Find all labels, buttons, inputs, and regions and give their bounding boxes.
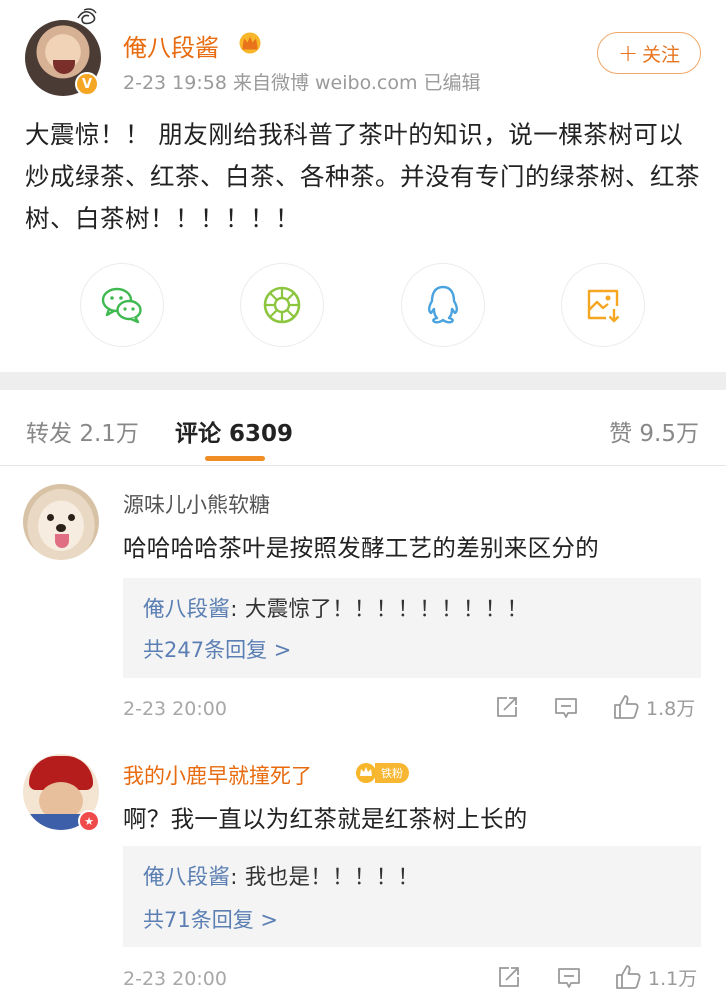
save-image-icon xyxy=(587,289,620,323)
tab-repost-count: 2.1万 xyxy=(79,421,139,447)
tab-comments-count: 6309 xyxy=(229,421,294,447)
tab-divider xyxy=(0,465,726,466)
author-name[interactable]: 俺八段酱 xyxy=(123,28,219,63)
tab-comments[interactable]: 评论 6309 xyxy=(175,414,293,448)
reply-line: 俺八段酱: 我也是！！！！！ xyxy=(143,860,419,891)
avatar-nose xyxy=(56,524,66,532)
thumbs-up-icon xyxy=(614,695,639,719)
comment-text: 啊？我一直以为红茶就是红茶树上长的 xyxy=(123,805,528,833)
crown-icon xyxy=(239,32,261,54)
follow-label: 关注 xyxy=(642,43,681,66)
tab-likes[interactable]: 赞 9.5万 xyxy=(609,414,699,448)
comment-text: 哈哈哈哈茶叶是按照发酵工艺的差别来区分的 xyxy=(123,534,599,562)
tab-likes-count: 9.5万 xyxy=(639,421,699,447)
share-out-icon xyxy=(497,697,517,717)
section-divider xyxy=(0,372,726,390)
fan-tag: 铁粉 xyxy=(355,762,409,784)
follow-button[interactable]: + 关注 xyxy=(597,32,701,74)
active-tab-indicator xyxy=(205,456,265,461)
star-badge-icon: ★ xyxy=(78,810,100,832)
reply-separator: : xyxy=(230,597,245,622)
share-wechat-button[interactable] xyxy=(80,263,164,347)
plus-icon: + xyxy=(617,39,639,67)
avatar-eye xyxy=(68,514,75,521)
post-meta: 2-23 19:58 来自微博 weibo.com 已编辑 xyxy=(123,72,481,94)
save-image-button[interactable] xyxy=(561,263,645,347)
reply-author[interactable]: 俺八段酱 xyxy=(143,597,230,622)
comment-time: 2-23 20:00 xyxy=(123,698,227,720)
repost-comment-button[interactable] xyxy=(495,695,519,719)
more-replies-link[interactable]: 共247条回复 > xyxy=(143,634,291,664)
avatar-eye xyxy=(47,514,54,521)
like-count: 1.8万 xyxy=(646,697,696,720)
reply-comment-button[interactable] xyxy=(556,965,582,991)
like-comment-button[interactable]: 1.8万 xyxy=(612,693,695,721)
repost-comment-button[interactable] xyxy=(497,965,521,989)
share-moments-button[interactable] xyxy=(240,263,324,347)
share-out-icon xyxy=(499,967,519,987)
reply-line: 俺八段酱: 大震惊了！！！！！！！！！ xyxy=(143,592,528,623)
avatar-tongue xyxy=(55,534,69,548)
tab-repost-label: 转发 xyxy=(26,421,72,447)
comment-username[interactable]: 源味儿小熊软糖 xyxy=(123,489,270,519)
post-text: 大震惊！！ 朋友刚给我科普了茶叶的知识，说一棵茶树可以炒成绿茶、红茶、白茶、各种… xyxy=(25,120,700,233)
wechat-icon xyxy=(101,287,142,324)
reply-text: 大震惊了！！！！！！！！！ xyxy=(244,597,529,622)
like-count: 1.1万 xyxy=(648,967,698,990)
qq-icon xyxy=(428,285,458,324)
comment-time: 2-23 20:00 xyxy=(123,968,227,990)
reply-preview[interactable]: 俺八段酱: 大震惊了！！！！！！！！！ 共247条回复 > xyxy=(123,578,701,678)
reply-separator: : xyxy=(230,865,245,890)
moments-icon xyxy=(263,286,301,324)
comment-icon xyxy=(555,698,577,718)
avatar-mouth xyxy=(53,60,75,74)
fan-tag-label: 铁粉 xyxy=(375,763,409,783)
tab-comments-label: 评论 xyxy=(175,421,221,447)
comment-avatar[interactable] xyxy=(23,484,99,560)
share-qq-button[interactable] xyxy=(401,263,485,347)
tab-repost[interactable]: 转发 2.1万 xyxy=(26,414,139,448)
crown-icon xyxy=(356,763,376,783)
more-replies-link[interactable]: 共71条回复 > xyxy=(143,904,278,934)
comment-icon xyxy=(558,968,580,988)
reply-text: 我也是！！！！！ xyxy=(244,865,420,890)
reply-author[interactable]: 俺八段酱 xyxy=(143,865,230,890)
verified-badge: V xyxy=(75,72,99,96)
tab-likes-label: 赞 xyxy=(609,421,633,447)
reply-preview[interactable]: 俺八段酱: 我也是！！！！！ 共71条回复 > xyxy=(123,846,701,947)
like-comment-button[interactable]: 1.1万 xyxy=(614,963,697,991)
thumbs-up-icon xyxy=(616,965,641,989)
dizzy-icon xyxy=(77,8,97,25)
comment-username[interactable]: 我的小鹿早就撞死了 xyxy=(123,760,312,790)
reply-comment-button[interactable] xyxy=(553,695,579,721)
